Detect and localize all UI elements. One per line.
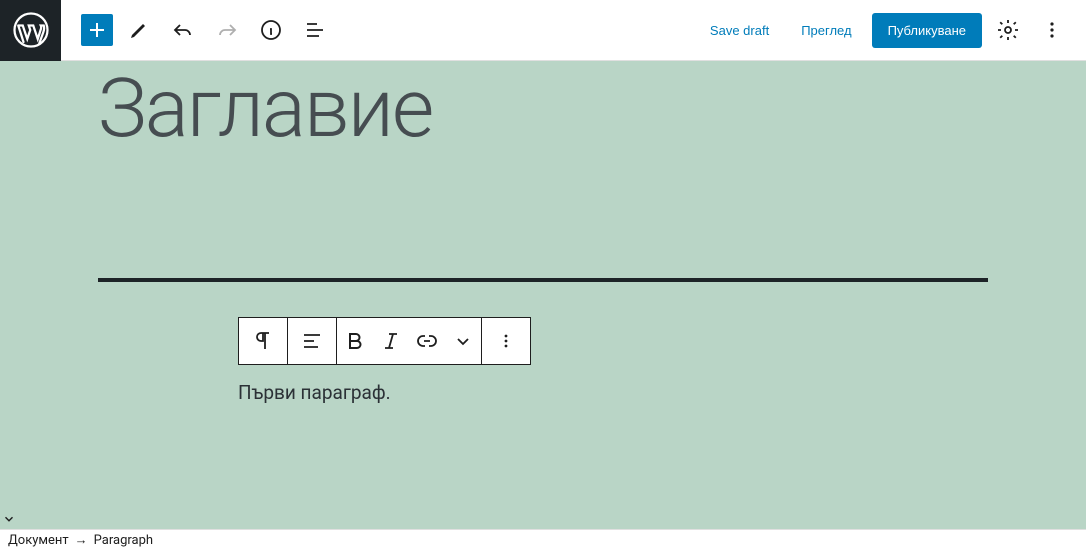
wordpress-icon [13,12,49,48]
add-block-button[interactable] [81,14,113,46]
plus-icon [85,18,109,42]
outline-button[interactable] [297,12,333,48]
more-formatting-button[interactable] [445,318,481,364]
save-draft-button[interactable]: Save draft [698,15,781,46]
redo-icon [215,18,239,42]
more-menu-button[interactable] [1034,12,1070,48]
link-button[interactable] [409,318,445,364]
settings-button[interactable] [990,12,1026,48]
editor-canvas[interactable]: Заглавие [0,61,1086,529]
publish-button[interactable]: Публикуване [872,13,982,48]
breadcrumb-separator: → [75,532,88,548]
breadcrumb-collapse-button[interactable] [0,510,18,528]
undo-icon [171,18,195,42]
edit-tool-button[interactable] [121,12,157,48]
more-vertical-icon [494,329,518,353]
block-more-button[interactable] [482,318,530,364]
italic-button[interactable] [373,318,409,364]
align-left-icon [300,329,324,353]
redo-button[interactable] [209,12,245,48]
breadcrumb-current[interactable]: Paragraph [94,533,153,548]
align-button[interactable] [288,318,336,364]
bold-icon [343,329,367,353]
block-breadcrumb: Документ → Paragraph [0,529,1086,550]
separator-block[interactable] [98,278,988,282]
info-icon [259,18,283,42]
undo-button[interactable] [165,12,201,48]
preview-button[interactable]: Преглед [789,15,863,46]
breadcrumb-root[interactable]: Документ [8,533,69,548]
block-toolbar [238,317,531,365]
bold-button[interactable] [337,318,373,364]
outline-icon [303,18,327,42]
chevron-down-icon [451,329,475,353]
editor-topbar: Save draft Преглед Публикуване [0,0,1086,61]
chevron-down-icon [2,512,16,526]
pencil-icon [127,18,151,42]
link-icon [415,329,439,353]
paragraph-block[interactable]: Първи параграф. [238,381,391,404]
topbar-left-tools [61,12,333,48]
more-vertical-icon [1040,18,1064,42]
info-button[interactable] [253,12,289,48]
topbar-right-tools: Save draft Преглед Публикуване [698,12,1086,48]
gear-icon [996,18,1020,42]
post-title-input[interactable]: Заглавие [98,61,432,157]
italic-icon [379,329,403,353]
wordpress-logo-button[interactable] [0,0,61,61]
pilcrow-icon [251,329,275,353]
block-type-button[interactable] [239,318,287,364]
